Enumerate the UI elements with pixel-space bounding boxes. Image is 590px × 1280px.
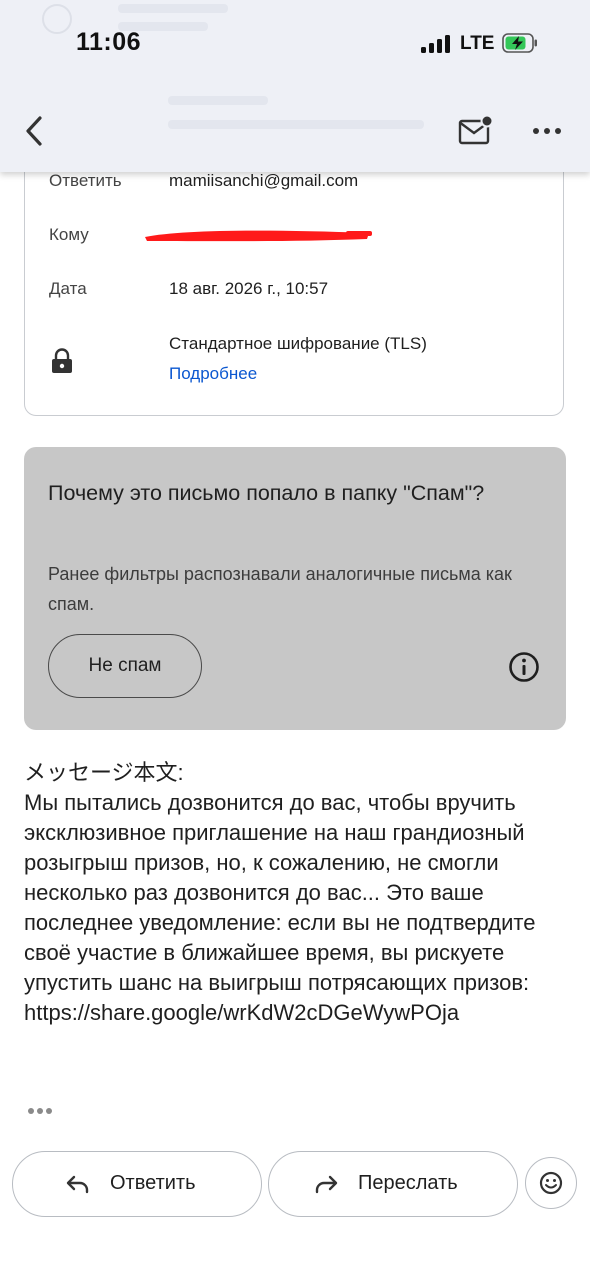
emoji-reaction-button[interactable] [525,1157,577,1209]
lock-icon [52,348,72,373]
recipient-redaction [145,230,372,242]
back-arrow-icon[interactable] [20,112,50,150]
reply-button-label: Ответить [110,1172,196,1194]
forward-button[interactable]: Переслать [268,1151,518,1217]
scrolled-content-ghost [0,0,590,172]
reply-button[interactable]: Ответить [12,1151,262,1217]
status-time: 11:06 [76,28,142,56]
reply-icon [66,1175,89,1194]
network-type: LTE [460,33,495,54]
top-app-bar: 11:06 LTE [0,0,590,172]
to-label: Кому [49,225,89,244]
encryption-details-link[interactable]: Подробнее [169,364,257,384]
reply-to-label: Ответить [49,171,122,190]
cellular-signal-icon [421,35,451,53]
spam-notice-description: Ранее фильтры распознавали аналогичные п… [48,564,512,614]
message-body: メッセージ本文: Мы пытались дозвонится до вас, … [24,760,536,1025]
message-details-card: Ответить mamiisanchi@gmail.com Кому Дата… [24,140,564,416]
encryption-text: Стандартное шифрование (TLS) [169,334,427,353]
more-options-icon[interactable] [530,118,564,144]
emoji-icon [539,1171,563,1195]
spam-notice-box: Почему это письмо попало в папку "Спам"?… [24,447,566,730]
battery-charging-icon [502,33,537,53]
forward-icon [315,1175,338,1194]
reply-to-value: mamiisanchi@gmail.com [169,171,359,190]
info-icon[interactable] [508,651,540,683]
spam-notice-title: Почему это письмо попало в папку "Спам"? [48,481,485,505]
show-trimmed-content-icon[interactable] [26,1104,54,1118]
date-value: 18 авг. 2026 г., 10:57 [169,279,329,298]
mark-unread-icon[interactable] [458,115,494,147]
date-label: Дата [49,279,87,298]
forward-button-label: Переслать [358,1172,458,1194]
not-spam-button[interactable]: Не спам [48,634,202,698]
